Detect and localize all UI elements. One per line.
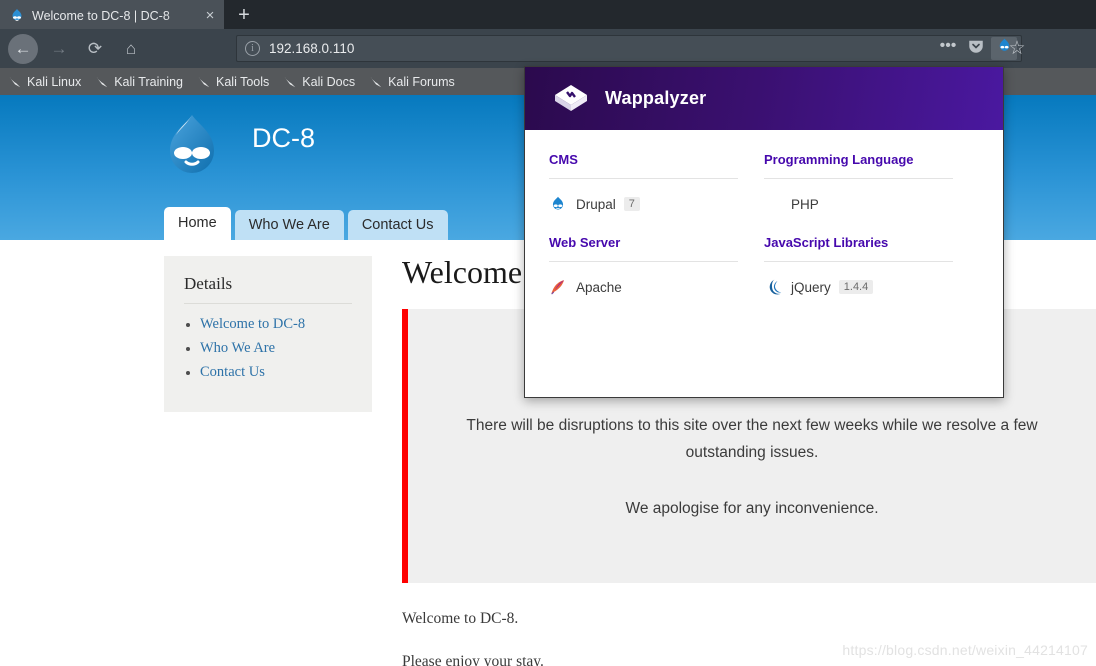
bookmark-label: Kali Tools xyxy=(216,75,269,89)
site-nav-tabs: Home Who We Are Contact Us xyxy=(164,207,452,240)
reload-icon[interactable]: ⟳ xyxy=(80,34,110,64)
sidebar-link-welcome[interactable]: Welcome to DC-8 xyxy=(200,316,305,332)
nav-tab-contact-us[interactable]: Contact Us xyxy=(348,210,448,240)
message-paragraph-2: We apologise for any inconvenience. xyxy=(456,496,1048,523)
category-javascript-libraries: JavaScript Libraries jQuery 1.4.4 xyxy=(764,235,979,296)
technology-item[interactable]: Drupal 7 xyxy=(549,195,738,213)
category-title: Web Server xyxy=(549,235,738,262)
technology-version: 1.4.4 xyxy=(839,280,873,294)
close-icon[interactable]: × xyxy=(202,8,218,24)
pocket-icon[interactable] xyxy=(963,37,989,60)
wappalyzer-popup-body: CMS Drupal 7 xyxy=(525,130,1003,318)
drupal-drop-logo xyxy=(164,113,220,177)
bookmark-star-icon[interactable]: ☆ xyxy=(1006,38,1028,60)
technology-name: Apache xyxy=(576,280,622,295)
technology-item[interactable]: jQuery 1.4.4 xyxy=(764,278,953,296)
wappalyzer-popup: Wappalyzer CMS xyxy=(524,66,1004,398)
page-actions-icon[interactable]: ••• xyxy=(935,37,961,60)
technology-categories: CMS Drupal 7 xyxy=(549,152,979,318)
technology-name: Drupal xyxy=(576,197,616,212)
new-tab-button[interactable]: + xyxy=(228,2,260,29)
wappalyzer-diamond-icon xyxy=(551,79,591,119)
jquery-icon xyxy=(764,278,782,296)
bookmark-item[interactable]: Kali Forums xyxy=(369,75,455,89)
category-title: CMS xyxy=(549,152,738,179)
drupal-icon xyxy=(549,195,567,213)
wappalyzer-title: Wappalyzer xyxy=(605,88,706,109)
address-bar-actions: ••• xyxy=(935,37,1017,60)
category-programming-language: Programming Language PHP xyxy=(764,152,979,213)
bookmark-item[interactable]: Kali Docs xyxy=(283,75,355,89)
sidebar-link-contact-us[interactable]: Contact Us xyxy=(200,364,265,380)
wappalyzer-popup-header: Wappalyzer xyxy=(525,67,1003,130)
bookmark-label: Kali Docs xyxy=(302,75,355,89)
body-paragraph-1: Welcome to DC-8. xyxy=(402,607,1096,632)
kali-dragon-icon xyxy=(369,75,383,89)
apache-feather-icon xyxy=(549,278,567,296)
bookmark-item[interactable]: Kali Linux xyxy=(8,75,81,89)
kali-dragon-icon xyxy=(197,75,211,89)
drupal-icon xyxy=(9,8,25,24)
tab-title: Welcome to DC-8 | DC-8 xyxy=(32,9,202,23)
kali-dragon-icon xyxy=(95,75,109,89)
bookmark-item[interactable]: Kali Training xyxy=(95,75,183,89)
bookmark-label: Kali Forums xyxy=(388,75,455,89)
address-bar[interactable]: i 192.168.0.110 ••• xyxy=(236,35,1022,62)
forward-icon[interactable]: → xyxy=(44,34,74,64)
nav-tab-who-we-are[interactable]: Who We Are xyxy=(235,210,344,240)
list-item: Who We Are xyxy=(184,340,352,357)
list-item: Welcome to DC-8 xyxy=(184,316,352,333)
url-input[interactable]: 192.168.0.110 xyxy=(269,41,935,56)
category-title: JavaScript Libraries xyxy=(764,235,953,262)
php-icon xyxy=(764,195,782,213)
sidebar-link-who-we-are[interactable]: Who We Are xyxy=(200,340,275,356)
browser-tab[interactable]: Welcome to DC-8 | DC-8 × xyxy=(0,0,224,29)
home-icon[interactable]: ⌂ xyxy=(116,34,146,64)
bookmark-label: Kali Linux xyxy=(27,75,81,89)
sidebar-link-list: Welcome to DC-8 Who We Are Contact Us xyxy=(184,316,352,381)
back-icon[interactable]: ← xyxy=(8,34,38,64)
technology-name: jQuery xyxy=(791,280,831,295)
kali-dragon-icon xyxy=(8,75,22,89)
sidebar-details-block: Details Welcome to DC-8 Who We Are Conta… xyxy=(164,256,372,412)
category-title: Programming Language xyxy=(764,152,953,179)
tab-strip: Welcome to DC-8 | DC-8 × + xyxy=(0,0,1096,29)
sidebar-heading: Details xyxy=(184,274,352,304)
technology-item[interactable]: PHP xyxy=(764,195,953,213)
technology-version: 7 xyxy=(624,197,640,211)
technology-name: PHP xyxy=(791,197,819,212)
kali-dragon-icon xyxy=(283,75,297,89)
nav-tab-home[interactable]: Home xyxy=(164,207,231,240)
list-item: Contact Us xyxy=(184,364,352,381)
message-paragraph-1: There will be disruptions to this site o… xyxy=(456,413,1048,466)
body-paragraph-2: Please enjoy your stay. xyxy=(402,650,1096,666)
browser-window: Welcome to DC-8 | DC-8 × + ← → ⟳ ⌂ i 192… xyxy=(0,0,1096,666)
technology-item[interactable]: Apache xyxy=(549,278,738,296)
category-web-server: Web Server Apache xyxy=(549,235,764,296)
category-cms: CMS Drupal 7 xyxy=(549,152,764,213)
site-title: DC-8 xyxy=(252,123,315,154)
page-info-icon[interactable]: i xyxy=(245,41,260,56)
bookmark-item[interactable]: Kali Tools xyxy=(197,75,269,89)
bookmark-label: Kali Training xyxy=(114,75,183,89)
